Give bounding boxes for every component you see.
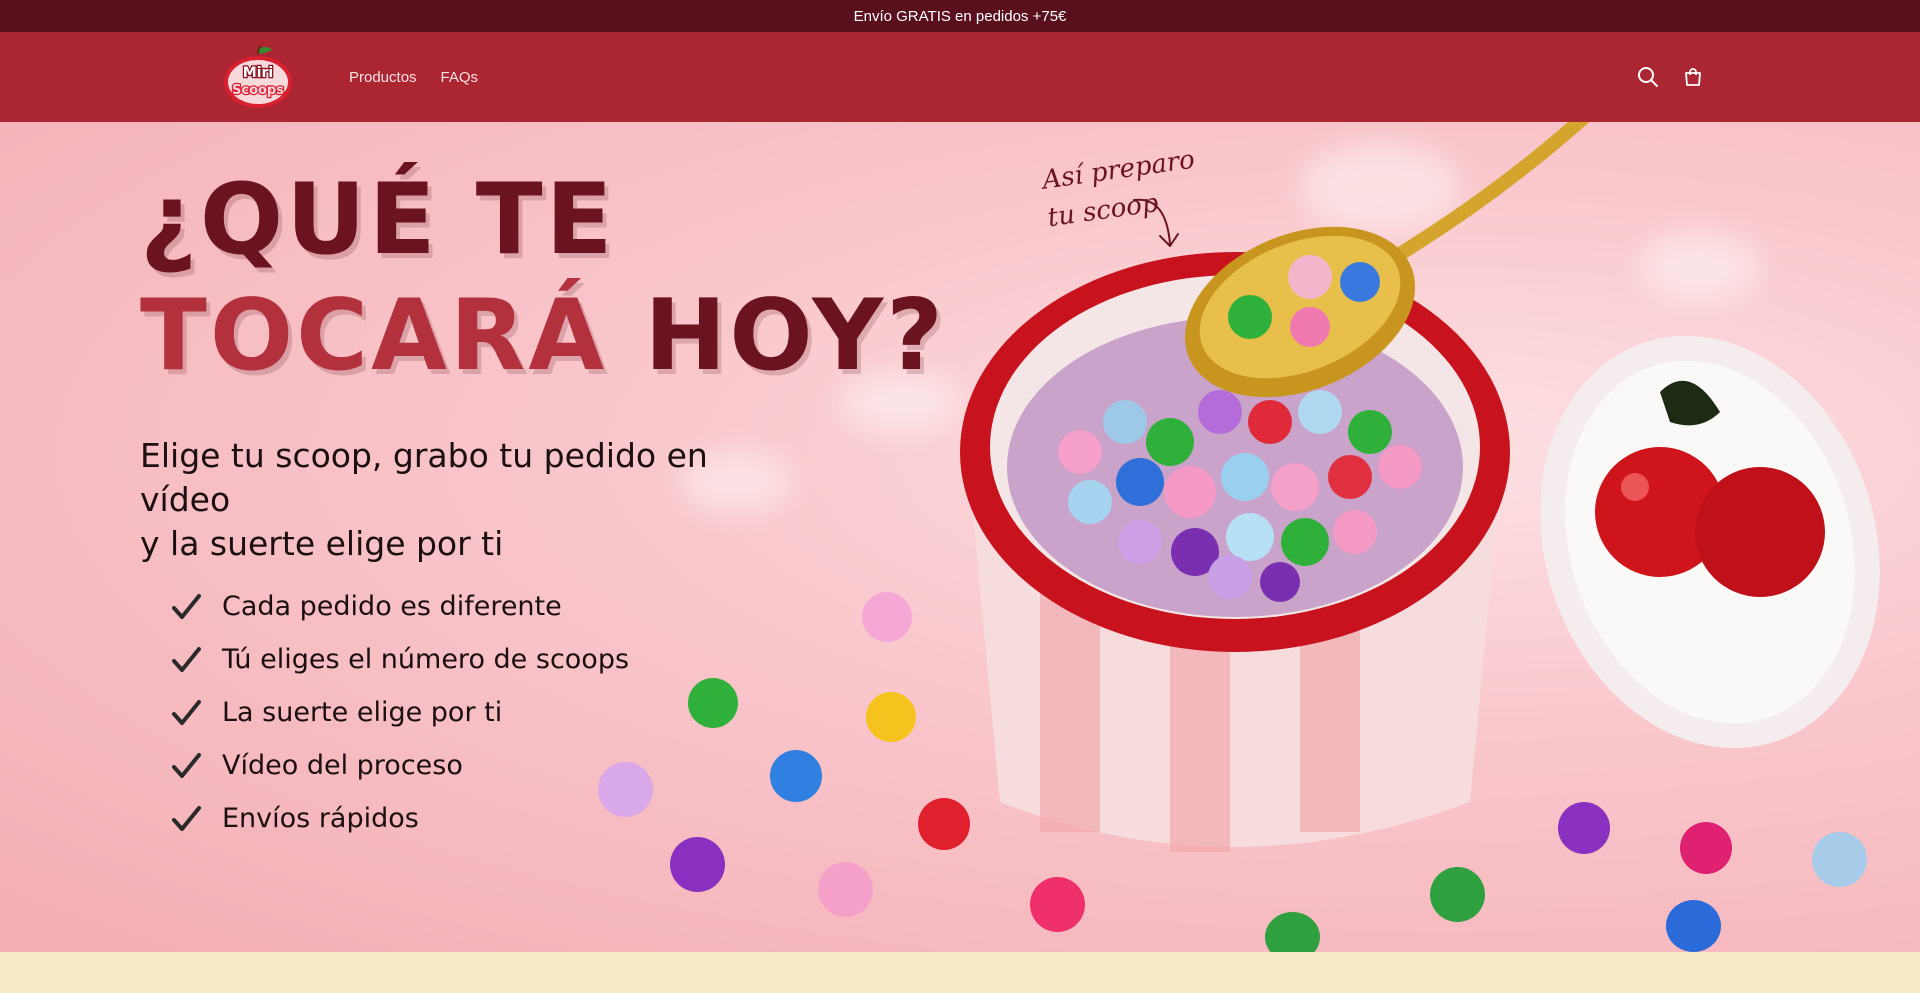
cart-button[interactable] — [1678, 62, 1708, 92]
checkmark-icon — [172, 646, 201, 672]
announcement-text: Envío GRATIS en pedidos +75€ — [853, 7, 1067, 25]
candy-bead — [1666, 900, 1721, 952]
feature-text: Cada pedido es diferente — [222, 591, 562, 622]
subheadline-line2: y la suerte elige por ti — [140, 524, 504, 563]
headline-word-tocara: TOCARÁ — [140, 279, 608, 393]
search-icon — [1638, 67, 1658, 87]
cherry-logo-icon: Miri Scoops — [224, 45, 292, 108]
candy-bead — [1430, 867, 1485, 922]
checkmark-icon — [172, 805, 201, 831]
curved-arrow-icon — [1133, 198, 1179, 247]
feature-item: Vídeo del proceso — [170, 739, 629, 792]
hero-subheadline: Elige tu scoop, grabo tu pedido en vídeo… — [140, 434, 800, 566]
candy-bead — [670, 837, 725, 892]
site-header: Miri Scoops Productos FAQs — [0, 32, 1920, 122]
feature-item: La suerte elige por ti — [170, 686, 629, 739]
feature-text: La suerte elige por ti — [222, 697, 503, 728]
feature-item: Tú eliges el número de scoops — [170, 633, 629, 686]
feature-item: Cada pedido es diferente — [170, 580, 629, 633]
main-nav: Productos FAQs — [349, 32, 478, 122]
announcement-bar: Envío GRATIS en pedidos +75€ — [0, 0, 1920, 32]
checkmark-icon — [172, 699, 201, 725]
checkmark-icon — [172, 593, 201, 619]
logo[interactable]: Miri Scoops — [222, 44, 294, 110]
cart-icon — [1685, 68, 1701, 86]
feature-text: Tú eliges el número de scoops — [222, 644, 630, 675]
candy-bead — [866, 692, 916, 742]
feature-text: Vídeo del proceso — [222, 750, 463, 781]
candy-bead — [818, 862, 873, 917]
nav-productos[interactable]: Productos — [349, 69, 417, 86]
headline-word-hoy: HOY? — [644, 279, 947, 393]
svg-text:Miri: Miri — [243, 65, 273, 81]
candy-bead — [862, 592, 912, 642]
candy-bead — [1680, 822, 1732, 874]
candy-bead — [1558, 802, 1610, 854]
candy-bowl-image — [960, 122, 1880, 852]
candy-bead — [1812, 832, 1867, 887]
feature-list: Cada pedido es diferente Tú eliges el nú… — [170, 580, 629, 845]
nav-faqs[interactable]: FAQs — [441, 69, 479, 86]
feature-item: Envíos rápidos — [170, 792, 629, 845]
next-section-strip — [0, 952, 1920, 993]
svg-text:Scoops: Scoops — [232, 83, 284, 98]
candy-bead — [688, 678, 738, 728]
headline-line1: ¿QUÉ TE — [140, 163, 616, 277]
checkmark-icon — [172, 752, 201, 778]
subheadline-line1: Elige tu scoop, grabo tu pedido en vídeo — [140, 436, 708, 519]
hero-headline: ¿QUÉ TE TOCARÁ HOY? — [140, 162, 946, 394]
candy-bead — [918, 798, 970, 850]
candy-bead — [770, 750, 822, 802]
hero-banner: Así preparo tu scoop ¿QUÉ TE TOCARÁ HOY?… — [0, 122, 1920, 952]
candy-bead — [1030, 877, 1085, 932]
feature-text: Envíos rápidos — [222, 803, 419, 834]
search-button[interactable] — [1633, 62, 1663, 92]
